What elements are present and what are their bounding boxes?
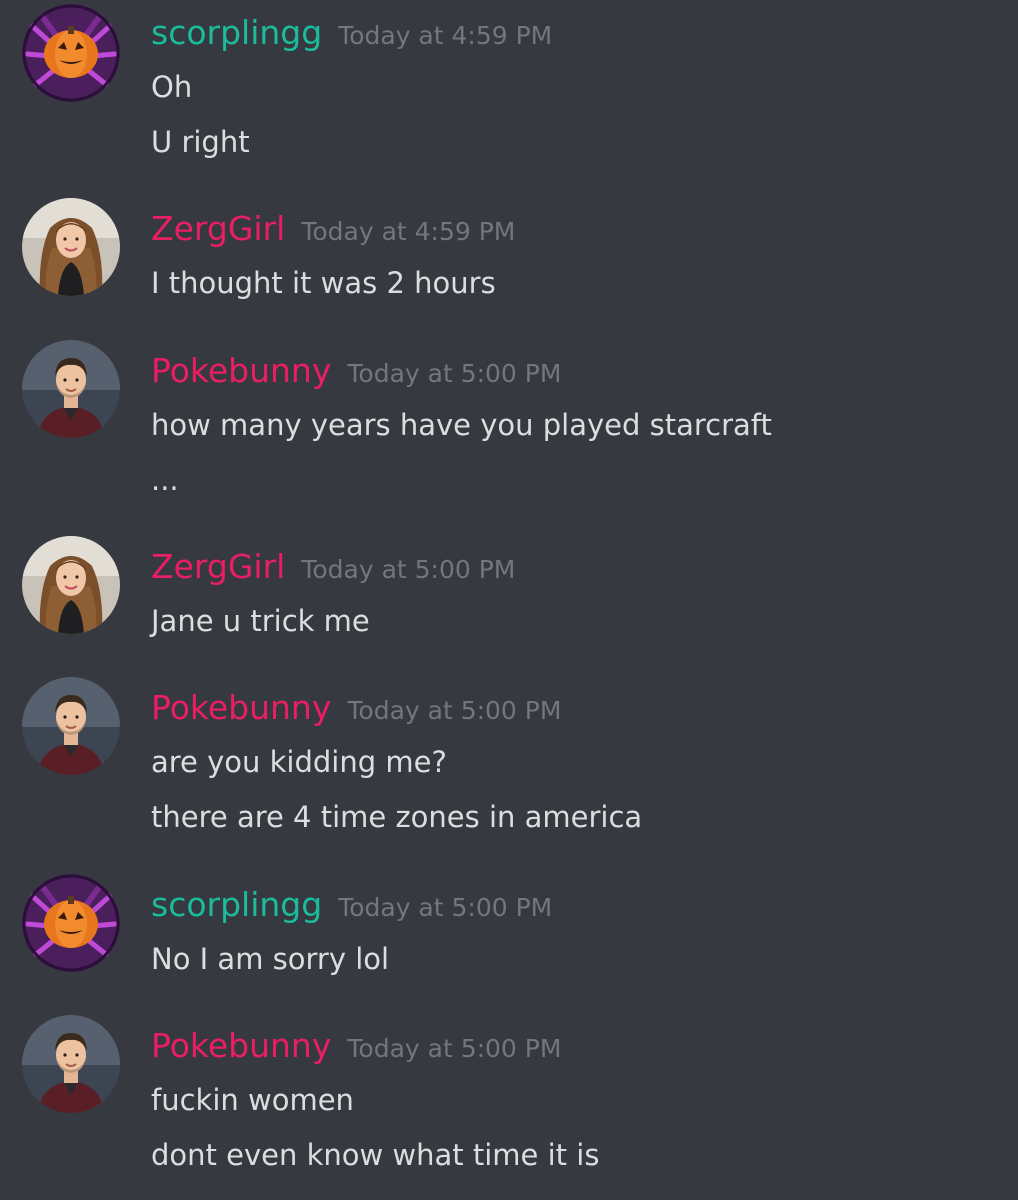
- message-text: Jane u trick me: [151, 604, 370, 638]
- message-text: dont even know what time it is: [151, 1138, 600, 1172]
- man-portrait-icon: [22, 677, 120, 775]
- timestamp: Today at 4:59 PM: [301, 217, 516, 246]
- message-text: how many years have you played starcraft: [151, 408, 772, 442]
- timestamp: Today at 5:00 PM: [338, 893, 553, 922]
- timestamp: Today at 5:00 PM: [347, 359, 562, 388]
- message-header: Pokebunny Today at 5:00 PM: [151, 686, 561, 730]
- avatar[interactable]: [22, 677, 120, 775]
- woman-portrait-icon: [22, 536, 120, 634]
- username[interactable]: ZergGirl: [151, 545, 285, 589]
- man-portrait-icon: [22, 1015, 120, 1113]
- message-group: scorplingg Today at 4:59 PM Oh U right: [0, 4, 1018, 164]
- message-header: Pokebunny Today at 5:00 PM: [151, 349, 561, 393]
- avatar[interactable]: [22, 340, 120, 438]
- username[interactable]: scorplingg: [151, 11, 322, 55]
- message-group: Pokebunny Today at 5:00 PM how many year…: [0, 340, 1018, 510]
- avatar[interactable]: [22, 874, 120, 972]
- message-text: U right: [151, 125, 250, 159]
- chat-messages: scorplingg Today at 4:59 PM Oh U right Z…: [0, 0, 1018, 1200]
- avatar[interactable]: [22, 1015, 120, 1113]
- message-group: Pokebunny Today at 5:00 PM are you kiddi…: [0, 677, 1018, 847]
- avatar[interactable]: [22, 536, 120, 634]
- username[interactable]: Pokebunny: [151, 349, 331, 393]
- message-group: ZergGirl Today at 4:59 PM I thought it w…: [0, 198, 1018, 308]
- message-text: ...: [151, 463, 179, 497]
- pumpkin-spider-icon: [22, 4, 120, 102]
- username[interactable]: scorplingg: [151, 883, 322, 927]
- timestamp: Today at 5:00 PM: [347, 696, 562, 725]
- avatar[interactable]: [22, 198, 120, 296]
- pumpkin-spider-icon: [22, 874, 120, 972]
- username[interactable]: Pokebunny: [151, 686, 331, 730]
- timestamp: Today at 4:59 PM: [338, 21, 553, 50]
- timestamp: Today at 5:00 PM: [301, 555, 516, 584]
- message-text: No I am sorry lol: [151, 942, 390, 976]
- message-text: fuckin women: [151, 1083, 354, 1117]
- message-text: there are 4 time zones in america: [151, 800, 643, 834]
- username[interactable]: Pokebunny: [151, 1024, 331, 1068]
- avatar[interactable]: [22, 4, 120, 102]
- man-portrait-icon: [22, 340, 120, 438]
- message-text: I thought it was 2 hours: [151, 266, 496, 300]
- message-text: Oh: [151, 70, 193, 104]
- username[interactable]: ZergGirl: [151, 207, 285, 251]
- message-header: Pokebunny Today at 5:00 PM: [151, 1024, 561, 1068]
- message-header: ZergGirl Today at 5:00 PM: [151, 545, 515, 589]
- message-header: scorplingg Today at 4:59 PM: [151, 11, 552, 55]
- message-text: are you kidding me?: [151, 745, 447, 779]
- message-group: scorplingg Today at 5:00 PM No I am sorr…: [0, 874, 1018, 984]
- timestamp: Today at 5:00 PM: [347, 1034, 562, 1063]
- message-group: ZergGirl Today at 5:00 PM Jane u trick m…: [0, 536, 1018, 646]
- message-header: scorplingg Today at 5:00 PM: [151, 883, 552, 927]
- message-group: Pokebunny Today at 5:00 PM fuckin women …: [0, 1015, 1018, 1185]
- woman-portrait-icon: [22, 198, 120, 296]
- message-header: ZergGirl Today at 4:59 PM: [151, 207, 515, 251]
